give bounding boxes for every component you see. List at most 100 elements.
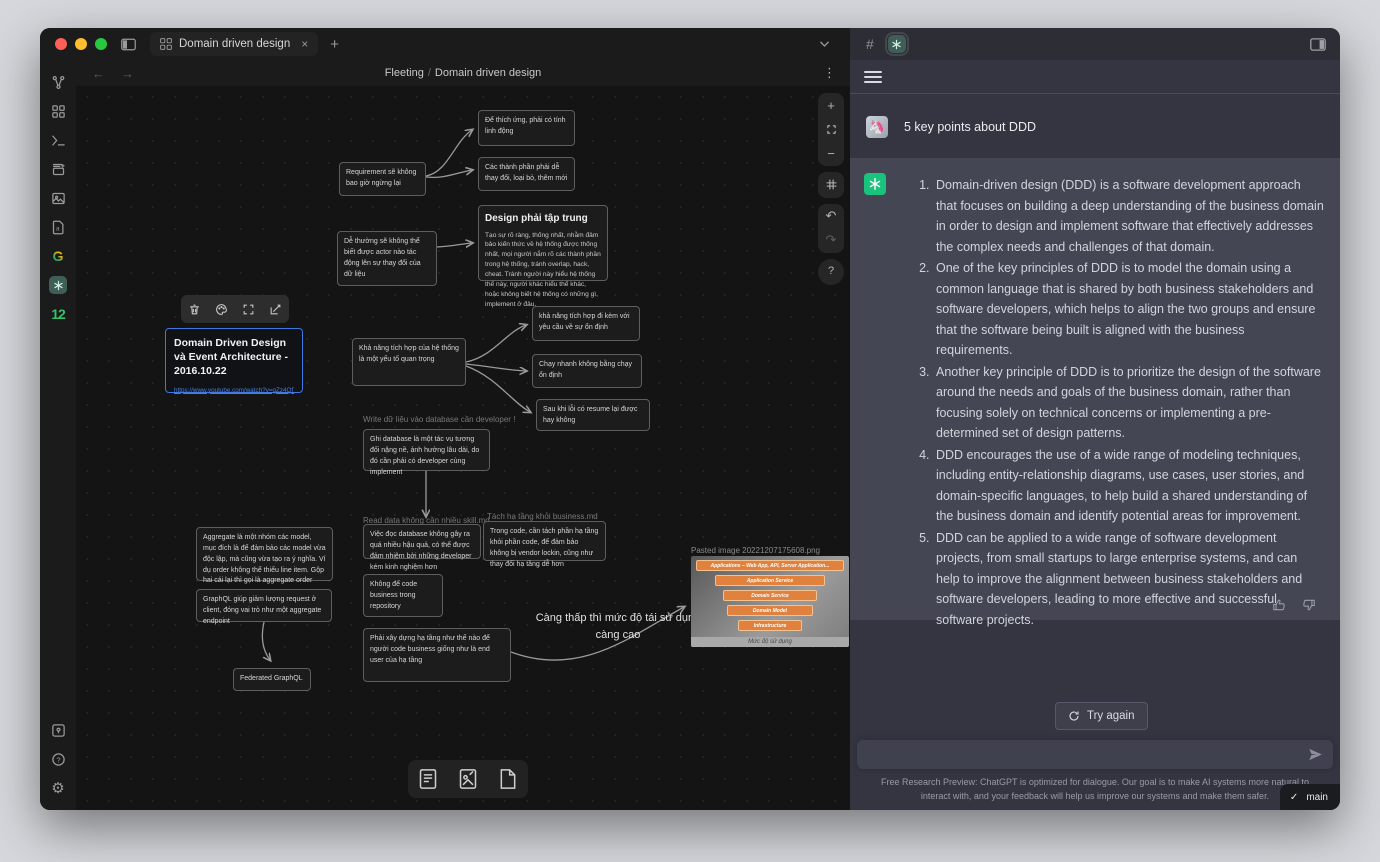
- breadcrumb-parent[interactable]: Fleeting: [385, 67, 424, 79]
- google-icon[interactable]: G: [48, 246, 68, 266]
- blank-document-icon[interactable]: [498, 768, 518, 790]
- calendar-day-icon[interactable]: 12: [48, 304, 68, 324]
- minimize-window-button[interactable]: [75, 38, 87, 50]
- breadcrumb: Fleeting/Domain driven design: [76, 67, 850, 79]
- nav-forward-icon[interactable]: →: [121, 66, 134, 81]
- chat-menu-row: [850, 60, 1340, 94]
- branch-name: main: [1306, 792, 1328, 803]
- node-toolbar: [181, 295, 289, 323]
- node-file-label: Write dữ liệu vào database cần developer…: [363, 415, 515, 424]
- node-file-label: Tách hạ tầng khỏi business.md: [487, 512, 598, 521]
- chatgpt-plugin-icon[interactable]: [888, 35, 906, 53]
- canvas-node[interactable]: Việc đọc database không gây ra quá nhiều…: [363, 524, 481, 559]
- nav-back-icon[interactable]: ←: [92, 66, 105, 81]
- canvas-help-button[interactable]: ?: [818, 259, 844, 283]
- expand-node-icon[interactable]: [242, 303, 255, 316]
- plugin-titlebar: #: [850, 28, 1340, 60]
- document-search-icon[interactable]: a: [48, 217, 68, 237]
- page-menu-icon[interactable]: ⋮: [823, 65, 836, 81]
- check-icon: ✓: [1290, 792, 1298, 803]
- menu-hamburger-icon[interactable]: [864, 68, 882, 86]
- node-body: Tạo sự rõ ràng, thống nhất, nhằm đảm bảo…: [485, 231, 601, 310]
- color-palette-icon[interactable]: [215, 303, 228, 316]
- grid-toggle-button[interactable]: [818, 172, 844, 196]
- zoom-window-button[interactable]: [95, 38, 107, 50]
- chat-input-container: [857, 740, 1333, 769]
- git-branch-badge[interactable]: ✓ main: [1280, 784, 1340, 810]
- assistant-point: DDD encourages the use of a wide range o…: [933, 445, 1324, 527]
- canvas-node[interactable]: Requirement sẽ không bao giờ ngừng lại: [339, 162, 426, 196]
- try-again-button[interactable]: Try again: [1055, 702, 1148, 730]
- image-icon[interactable]: [48, 188, 68, 208]
- whiteboard-canvas[interactable]: Requirement sẽ không bao giờ ngừng lại Đ…: [76, 86, 850, 810]
- fit-view-button[interactable]: [818, 117, 844, 141]
- pin-icon[interactable]: [48, 720, 68, 740]
- right-sidebar-toggle-icon[interactable]: [1310, 38, 1326, 51]
- feedback-buttons: [1272, 598, 1316, 612]
- dashboard-icon[interactable]: [48, 101, 68, 121]
- canvas-node[interactable]: Khả năng tích hợp của hệ thống là một yế…: [352, 338, 466, 386]
- chatgpt-icon[interactable]: [48, 275, 68, 295]
- user-message-row: 🦄 5 key points about DDD: [850, 95, 1340, 158]
- assistant-point: Domain-driven design (DDD) is a software…: [933, 175, 1324, 257]
- canvas-node[interactable]: Phải xây dựng hạ tầng như thế nào để ngư…: [363, 628, 511, 682]
- canvas-node[interactable]: Các thành phần phải dễ thay đổi, loại bỏ…: [478, 157, 575, 191]
- thumbs-up-icon[interactable]: [1272, 598, 1286, 612]
- canvas-node[interactable]: Federated GraphQL: [233, 668, 311, 691]
- zoom-controls: + −: [818, 93, 844, 166]
- diagram-bar: Infrastructure: [738, 620, 802, 631]
- canvas-annotation[interactable]: Càng thấp thì mức độ tái sử dụng càng ca…: [528, 610, 708, 643]
- diagram-bar: Domain Service: [723, 590, 817, 601]
- canvas-node[interactable]: Để thích ứng, phải có tính linh động: [478, 110, 575, 146]
- help-icon[interactable]: ?: [48, 749, 68, 769]
- pasted-image[interactable]: Applications – Web App, API, Server Appl…: [691, 556, 849, 647]
- chat-input[interactable]: [857, 740, 1308, 769]
- svg-text:a: a: [56, 225, 60, 232]
- send-icon[interactable]: [1308, 747, 1323, 762]
- tab-close-icon[interactable]: ×: [301, 37, 308, 51]
- zoom-out-button[interactable]: −: [818, 141, 844, 165]
- canvas-node[interactable]: GraphQL giúp giảm lượng request ở client…: [196, 589, 332, 622]
- app-window: Domain driven design × + #: [40, 28, 1340, 810]
- canvas-header: ← → Fleeting/Domain driven design ⋮: [76, 60, 850, 86]
- media-document-icon[interactable]: [458, 768, 478, 790]
- user-message: 5 key points about DDD: [904, 120, 1036, 134]
- thumbs-down-icon[interactable]: [1302, 598, 1316, 612]
- settings-gear-icon[interactable]: ⚙: [48, 778, 68, 798]
- redo-icon[interactable]: ↷: [818, 228, 844, 252]
- tab-domain-driven-design[interactable]: Domain driven design ×: [150, 32, 318, 56]
- canvas-node[interactable]: Không để code business trong repository: [363, 574, 443, 617]
- canvas-node[interactable]: Dễ thường sẽ không thể biết được actor n…: [337, 231, 437, 286]
- card-add-icon[interactable]: [48, 159, 68, 179]
- canvas-node[interactable]: Sau khi lỗi có resume lại được hay không: [536, 399, 650, 431]
- tab-title: Domain driven design: [179, 38, 290, 50]
- edit-node-icon[interactable]: [269, 303, 282, 316]
- assistant-point: One of the key principles of DDD is to m…: [933, 258, 1324, 361]
- delete-node-icon[interactable]: [188, 303, 201, 316]
- chatgpt-panel: 🦄 5 key points about DDD Domain-driven d…: [850, 60, 1340, 810]
- new-tab-button[interactable]: +: [330, 36, 339, 53]
- zoom-in-button[interactable]: +: [818, 93, 844, 117]
- terminal-icon[interactable]: [48, 130, 68, 150]
- canvas-node[interactable]: Chạy nhanh không bằng chạy ổn định: [532, 354, 642, 388]
- history-controls: ↶ ↷: [818, 204, 844, 253]
- hash-icon[interactable]: #: [866, 36, 874, 52]
- tab-list-chevron-icon[interactable]: [818, 37, 831, 50]
- canvas-node[interactable]: Trong code, cần tách phần hạ tầng khỏi p…: [483, 521, 606, 561]
- card-youtube-link[interactable]: https://www.youtube.com/watch?v=gZz4QfTw…: [174, 387, 294, 394]
- canvas-node[interactable]: Aggregate là một nhóm các model, mục đíc…: [196, 527, 333, 581]
- left-sidebar-toggle-icon[interactable]: [121, 38, 136, 51]
- canvas-help-group: ?: [818, 259, 844, 285]
- user-avatar: 🦄: [866, 116, 888, 138]
- canvas-node[interactable]: khả năng tích hợp đi kèm với yêu cầu về …: [532, 306, 640, 341]
- canvas-node-design[interactable]: Design phải tập trung Tạo sự rõ ràng, th…: [478, 205, 608, 281]
- undo-icon[interactable]: ↶: [818, 204, 844, 228]
- diagram-bar: Application Service: [715, 575, 825, 586]
- canvas-node[interactable]: Ghi database là một tác vụ tương đối nặn…: [363, 429, 490, 471]
- close-window-button[interactable]: [55, 38, 67, 50]
- assistant-message-list: Domain-driven design (DDD) is a software…: [912, 175, 1324, 630]
- assistant-message-row: Domain-driven design (DDD) is a software…: [850, 158, 1340, 620]
- text-document-icon[interactable]: [418, 768, 438, 790]
- selected-card[interactable]: Domain Driven Design và Event Architectu…: [165, 328, 303, 393]
- graph-icon[interactable]: [48, 72, 68, 92]
